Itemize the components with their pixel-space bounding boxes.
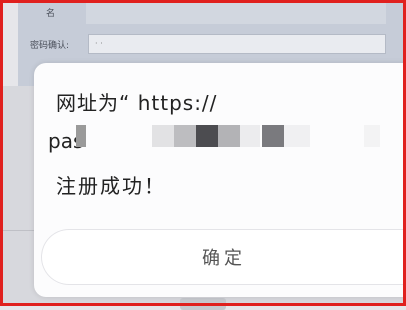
confirm-button[interactable]: 确定 [41,229,406,285]
redacted-text [174,125,196,147]
background-label-top: 名 [46,9,56,19]
redacted-text [284,125,310,147]
redacted-text [152,125,174,147]
redacted-text [218,125,240,147]
background-button [180,298,226,310]
redacted-text [240,125,260,147]
dialog-success-message: 注册成功！ [56,174,166,198]
background-input-top [86,2,386,24]
background-confirm-input: · · [88,34,386,54]
redacted-text [76,125,86,147]
alert-dialog: 网址为“ https:// pas 注册成功！ 确定 [34,63,406,297]
dialog-message-url-line: 网址为“ https:// [56,91,218,115]
background-label-confirm: 密码确认: [30,41,70,51]
redacted-text [364,125,380,147]
redacted-text [262,125,284,147]
redacted-text [196,125,218,147]
